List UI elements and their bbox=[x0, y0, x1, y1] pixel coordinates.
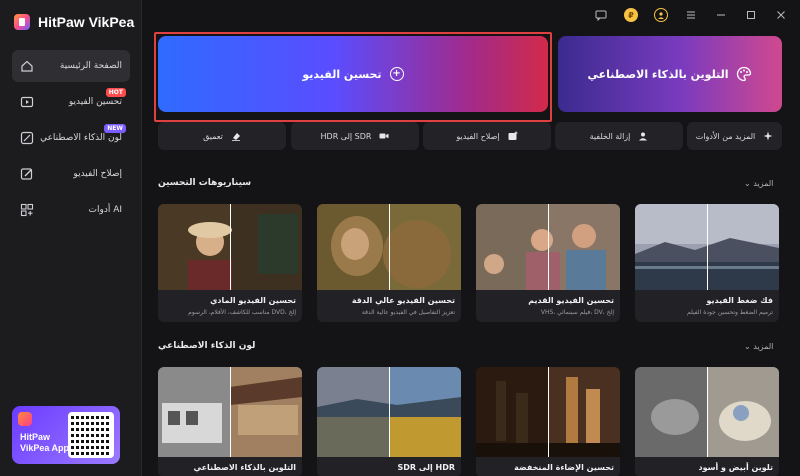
tool-hdr-to-sdr[interactable]: HDR إلى SDR bbox=[291, 122, 419, 150]
palette-icon bbox=[737, 66, 752, 82]
tool-video-repair[interactable]: إصلاح الفيديو bbox=[423, 122, 551, 150]
card-title: تحسين الفيديو عالي الدقة bbox=[351, 296, 455, 305]
sidebar-item-video-enhance[interactable]: تحسين الفيديو HOT bbox=[12, 86, 130, 118]
card-title: تلوين أبيض و أسود bbox=[698, 463, 773, 472]
camera-icon bbox=[379, 133, 389, 139]
tool-deepen[interactable]: تعميق bbox=[158, 122, 286, 150]
sidebar-item-ai-tools[interactable]: أدوات AI bbox=[12, 194, 130, 226]
maximize-icon[interactable] bbox=[744, 8, 758, 22]
brand: HitPaw VikPea bbox=[14, 14, 134, 30]
sidebar-item-label: إصلاح الفيديو bbox=[73, 169, 122, 179]
person-bg-icon bbox=[639, 132, 648, 141]
card-title: تحسين الفيديو المادي bbox=[210, 296, 296, 305]
mobile-app-text: HitPaw VikPea App bbox=[20, 432, 69, 454]
sidebar-nav: الصفحة الرئيسية تحسين الفيديو HOT لون ال… bbox=[12, 50, 130, 230]
sidebar-item-home[interactable]: الصفحة الرئيسية bbox=[12, 50, 130, 82]
card-desc: مناسب للكاشف، الأفلام، الرسوم DVD، إلخ bbox=[188, 309, 296, 316]
qr-code bbox=[68, 412, 114, 458]
ai-color-card-colorize[interactable]: التلوين بالذكاء الاصطناعي bbox=[158, 367, 302, 476]
mobile-app-promo[interactable]: HitPaw VikPea App bbox=[12, 406, 120, 464]
repair-icon bbox=[20, 168, 33, 180]
ai-color-icon bbox=[20, 131, 34, 145]
scenario-card-hd[interactable]: تحسين الفيديو عالي الدقة تعزيز التفاصيل … bbox=[317, 204, 461, 322]
card-desc: تعزيز التفاصيل في الفيديو عالية الدقة bbox=[361, 309, 455, 316]
sidebar-item-label: الصفحة الرئيسية bbox=[59, 61, 122, 71]
sidebar-item-label: أدوات AI bbox=[88, 205, 123, 215]
scenario-card-old[interactable]: تحسين الفيديو القديم VHS، فيلم سينمائي، … bbox=[476, 204, 620, 322]
tool-label: HDR إلى SDR bbox=[320, 131, 372, 141]
more-label: المزيد bbox=[753, 342, 774, 351]
video-enhance-icon bbox=[20, 96, 34, 108]
menu-icon[interactable] bbox=[684, 8, 698, 22]
new-badge: NEW bbox=[104, 124, 126, 133]
tool-label: إزالة الخلفية bbox=[589, 131, 631, 141]
sidebar-item-label: لون الذكاء الاصطناعي bbox=[40, 133, 122, 143]
ai-color-card-bw[interactable]: تلوين أبيض و أسود bbox=[635, 367, 779, 476]
feature-label: تحسين الفيديو bbox=[302, 67, 382, 81]
coin-icon[interactable]: ₽ bbox=[624, 8, 638, 22]
card-title: تحسين الإضاءة المنخفضة bbox=[514, 463, 614, 472]
tool-label: المزيد من الأدوات bbox=[695, 131, 756, 141]
hot-badge: HOT bbox=[105, 88, 126, 97]
close-icon[interactable] bbox=[774, 8, 788, 22]
sidebar: HitPaw VikPea الصفحة الرئيسية تحسين الفي… bbox=[0, 0, 142, 476]
scenario-card-decompress[interactable]: فك ضغط الفيديو ترميم الضغط وتحسين جودة ا… bbox=[635, 204, 779, 322]
sidebar-item-video-repair[interactable]: إصلاح الفيديو bbox=[12, 158, 130, 190]
mobile-app-line1: HitPaw bbox=[20, 432, 51, 442]
tool-more-tools[interactable]: المزيد من الأدوات bbox=[687, 122, 782, 150]
tool-label: تعميق bbox=[203, 131, 223, 141]
card-desc: VHS، فيلم سينمائي، DV، إلخ bbox=[540, 309, 614, 316]
sidebar-item-ai-color[interactable]: لون الذكاء الاصطناعي NEW bbox=[12, 122, 130, 154]
sidebar-item-label: تحسين الفيديو bbox=[68, 97, 122, 107]
section-title-ai-color: لون الذكاء الاصطناعي bbox=[158, 341, 256, 351]
card-desc: ترميم الضغط وتحسين جودة الفيلم bbox=[686, 309, 773, 316]
card-title: تحسين الفيديو القديم bbox=[528, 296, 614, 305]
mobile-app-line2: VikPea App bbox=[20, 443, 70, 453]
chevron-down-icon: ⌄ bbox=[744, 342, 751, 351]
app-name: HitPaw VikPea bbox=[38, 14, 135, 30]
app-logo-icon bbox=[14, 14, 30, 30]
tool-remove-background[interactable]: إزالة الخلفية bbox=[555, 122, 683, 150]
more-label: المزيد bbox=[753, 179, 774, 188]
eraser-icon bbox=[231, 133, 240, 141]
title-bar: ₽ bbox=[142, 0, 800, 30]
user-account-icon[interactable] bbox=[654, 8, 668, 22]
sparkle-icon bbox=[763, 131, 773, 141]
chevron-down-icon: ⌄ bbox=[744, 179, 751, 188]
scenario-card-general[interactable]: تحسين الفيديو المادي مناسب للكاشف، الأفل… bbox=[158, 204, 302, 322]
feature-label: التلوين بالذكاء الاصطناعي bbox=[587, 67, 729, 81]
video-enhance-card[interactable]: تحسين الفيديو + bbox=[158, 36, 548, 112]
mobile-app-icon bbox=[18, 412, 32, 426]
ai-tools-icon bbox=[20, 203, 34, 217]
section-more-ai-color[interactable]: ⌄ المزيد bbox=[744, 342, 773, 351]
plus-circle-icon: + bbox=[389, 67, 404, 81]
tool-label: إصلاح الفيديو bbox=[456, 131, 500, 141]
card-title: SDR إلى HDR bbox=[397, 463, 455, 472]
section-title-enhance-scenarios: سيناريوهات التحسين bbox=[158, 178, 252, 188]
ai-colorize-card[interactable]: التلوين بالذكاء الاصطناعي bbox=[558, 36, 782, 112]
card-title: فك ضغط الفيديو bbox=[706, 296, 773, 305]
image-plus-icon bbox=[508, 131, 518, 140]
feedback-icon[interactable] bbox=[594, 8, 608, 22]
minimize-icon[interactable] bbox=[714, 8, 728, 22]
card-title: التلوين بالذكاء الاصطناعي bbox=[193, 463, 297, 472]
section-more-enhance[interactable]: ⌄ المزيد bbox=[744, 179, 773, 188]
ai-color-card-sdr-hdr[interactable]: SDR إلى HDR bbox=[317, 367, 461, 476]
ai-color-card-lowlight[interactable]: تحسين الإضاءة المنخفضة bbox=[476, 367, 620, 476]
home-icon bbox=[21, 60, 33, 72]
